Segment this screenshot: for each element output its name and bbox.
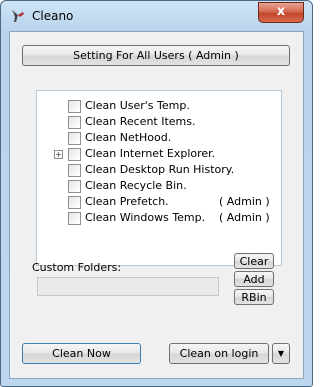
custom-folders-input[interactable] <box>37 277 219 296</box>
item-label: Clean NetHood. <box>85 131 172 144</box>
item-label: Clean Prefetch. <box>85 195 169 208</box>
checkbox[interactable] <box>68 148 81 161</box>
list-item[interactable]: Clean NetHood. <box>37 131 281 147</box>
close-icon: x <box>276 4 286 19</box>
clean-on-login-button[interactable]: Clean on login <box>169 343 269 364</box>
item-label: Clean Desktop Run History. <box>85 163 235 176</box>
checkbox[interactable] <box>68 100 81 113</box>
item-label: Clean User's Temp. <box>85 99 190 112</box>
list-item[interactable]: Clean Prefetch. ( Admin ) <box>37 195 281 211</box>
add-button[interactable]: Add <box>234 271 274 287</box>
list-item[interactable]: Clean Windows Temp. ( Admin ) <box>37 211 281 227</box>
window-title: Cleano <box>32 9 74 23</box>
checkbox[interactable] <box>68 132 81 145</box>
title-bar[interactable]: Cleano x <box>1 1 312 31</box>
clear-button[interactable]: Clear <box>234 253 274 269</box>
admin-note: ( Admin ) <box>219 211 270 224</box>
list-item[interactable]: Clean User's Temp. <box>37 99 281 115</box>
rbin-button[interactable]: RBin <box>234 289 274 305</box>
client-area: Setting For All Users ( Admin ) Clean Us… <box>9 31 304 379</box>
list-item[interactable]: + Clean Internet Explorer. <box>37 147 281 163</box>
custom-folders-label: Custom Folders: <box>32 261 122 274</box>
clean-options-list[interactable]: Clean User's Temp. Clean Recent Items. C… <box>36 90 282 266</box>
login-options-dropdown[interactable]: ▼ <box>272 343 290 364</box>
checkbox[interactable] <box>68 164 81 177</box>
list-item[interactable]: Clean Recycle Bin. <box>37 179 281 195</box>
app-icon <box>12 10 24 22</box>
app-window: Cleano x Setting For All Users ( Admin )… <box>0 0 313 387</box>
chevron-down-icon: ▼ <box>277 348 285 358</box>
item-label: Clean Recent Items. <box>85 115 196 128</box>
item-label: Clean Internet Explorer. <box>85 147 216 160</box>
item-label: Clean Recycle Bin. <box>85 179 187 192</box>
admin-note: ( Admin ) <box>219 195 270 208</box>
checkbox[interactable] <box>68 212 81 225</box>
checkbox[interactable] <box>68 116 81 129</box>
checkbox[interactable] <box>68 180 81 193</box>
list-item[interactable]: Clean Recent Items. <box>37 115 281 131</box>
checkbox[interactable] <box>68 196 81 209</box>
item-label: Clean Windows Temp. <box>85 211 206 224</box>
close-button[interactable]: x <box>258 2 304 23</box>
settings-all-users-button[interactable]: Setting For All Users ( Admin ) <box>22 45 290 66</box>
expand-icon[interactable]: + <box>54 150 63 159</box>
clean-now-button[interactable]: Clean Now <box>22 343 141 364</box>
list-item[interactable]: Clean Desktop Run History. <box>37 163 281 179</box>
